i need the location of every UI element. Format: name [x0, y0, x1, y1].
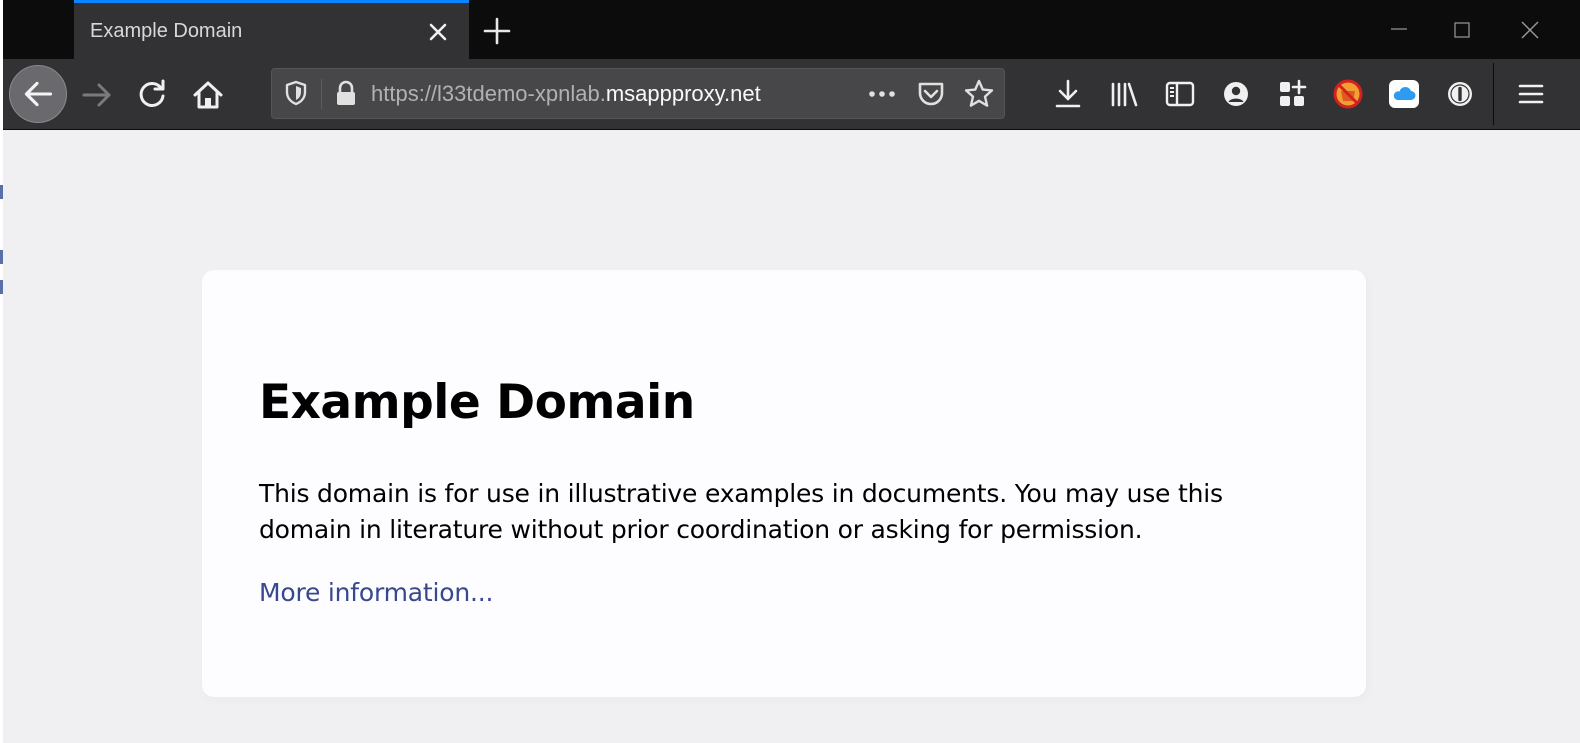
page-viewport: Example Domain This domain is for use in…: [3, 130, 1580, 743]
new-tab-icon[interactable]: [480, 14, 514, 48]
url-host: msappproxy.net: [605, 81, 761, 106]
forward-arrow-icon[interactable]: [77, 75, 117, 115]
page-heading: Example Domain: [259, 375, 695, 430]
maximize-window-icon[interactable]: [1442, 12, 1482, 48]
edge-mark: [0, 250, 3, 264]
pocket-icon[interactable]: [914, 78, 948, 110]
extensions-icon[interactable]: [1275, 77, 1309, 111]
icloud-extension-icon[interactable]: [1387, 77, 1421, 111]
account-icon[interactable]: [1219, 77, 1253, 111]
window-left-edge: [0, 0, 3, 743]
page-description: This domain is for use in illustrative e…: [259, 479, 1223, 544]
password-extension-icon[interactable]: [1443, 77, 1477, 111]
minimize-window-icon[interactable]: [1379, 12, 1419, 48]
blocker-extension-icon[interactable]: [1331, 77, 1365, 111]
edge-mark: [0, 185, 3, 199]
address-bar-separator: [321, 79, 322, 109]
title-bar: Example Domain: [3, 0, 1580, 59]
browser-window: Example Domain https://l33tdemo-xpnlab.m…: [0, 0, 1580, 743]
close-window-icon[interactable]: [1510, 12, 1550, 48]
lock-icon[interactable]: [333, 80, 359, 108]
content-card: Example Domain This domain is for use in…: [202, 270, 1366, 697]
address-bar[interactable]: https://l33tdemo-xpnlab.msappproxy.net: [271, 68, 1005, 119]
back-arrow-icon: [24, 81, 53, 107]
edge-mark: [0, 280, 3, 294]
home-icon[interactable]: [188, 75, 228, 115]
reload-icon[interactable]: [132, 75, 172, 115]
tab-title: Example Domain: [90, 20, 243, 42]
url-text[interactable]: https://l33tdemo-xpnlab.msappproxy.net: [371, 81, 761, 107]
download-icon[interactable]: [1051, 77, 1085, 111]
sidebar-icon[interactable]: [1163, 77, 1197, 111]
bookmark-star-icon[interactable]: [962, 77, 996, 111]
tab-example-domain[interactable]: Example Domain: [74, 0, 469, 59]
close-tab-icon[interactable]: [424, 18, 452, 46]
menu-icon[interactable]: [1514, 77, 1548, 111]
url-prefix: https://l33tdemo-xpnlab.: [371, 81, 606, 106]
navigation-toolbar: https://l33tdemo-xpnlab.msappproxy.net: [3, 59, 1580, 130]
library-icon[interactable]: [1107, 77, 1141, 111]
tracking-protection-shield-icon[interactable]: [282, 79, 310, 107]
back-button[interactable]: [9, 65, 67, 123]
page-actions-icon[interactable]: [865, 81, 899, 107]
more-information-link[interactable]: More information...: [259, 578, 493, 607]
toolbar-separator: [1493, 63, 1494, 125]
